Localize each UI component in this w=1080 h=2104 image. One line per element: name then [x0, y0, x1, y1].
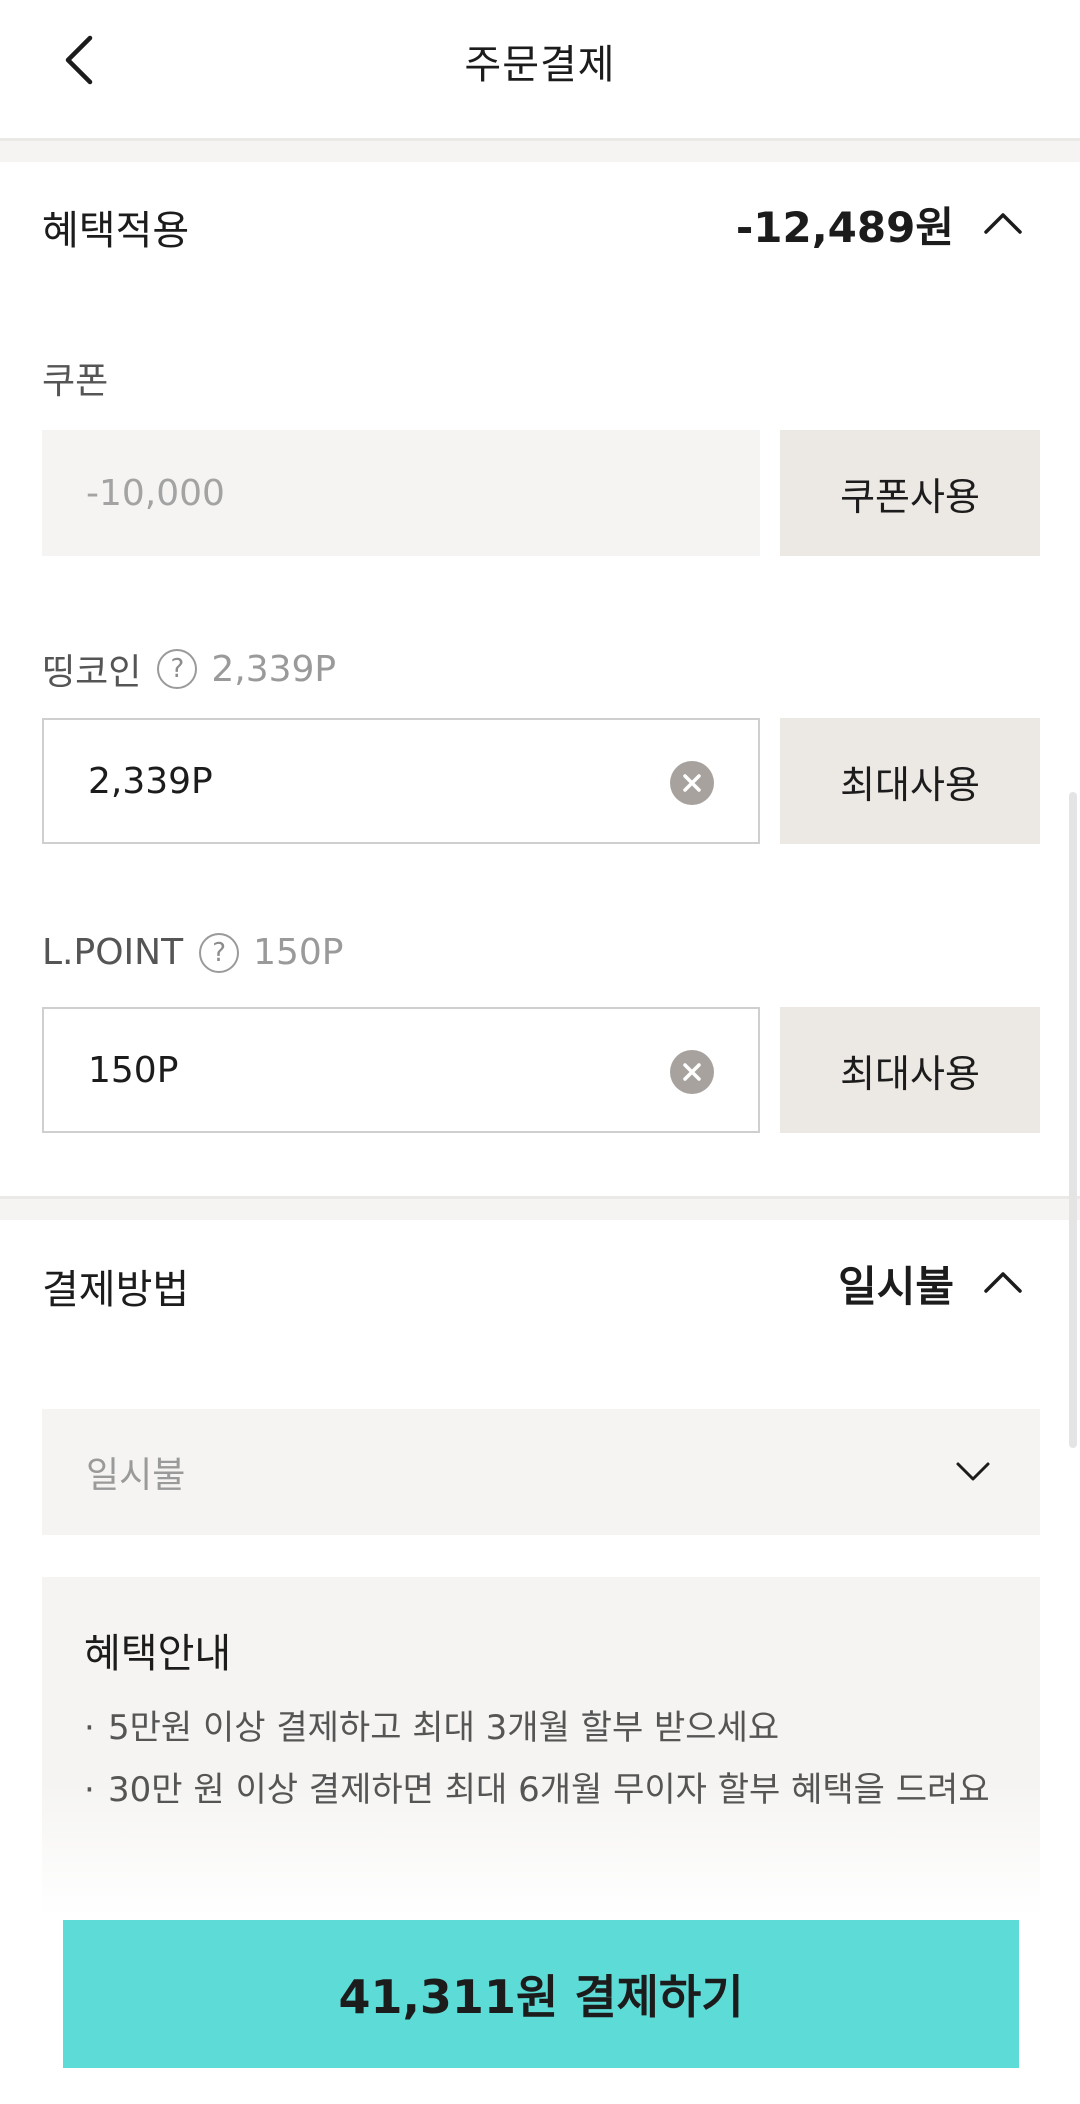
- notice-item: 30만 원 이상 결제하면 최대 6개월 무이자 할부 혜택을 드려요: [84, 1759, 998, 1821]
- lpoint-input[interactable]: 150P: [42, 1007, 760, 1133]
- help-icon[interactable]: ?: [157, 649, 198, 689]
- lpoint-label: L.POINT: [42, 932, 184, 973]
- coupon-field: -10,000: [42, 430, 760, 556]
- scrollbar[interactable]: [1069, 792, 1077, 1448]
- ding-coin-input-value: 2,339P: [88, 760, 213, 802]
- lpoint-label-row: L.POINT ? 150P: [42, 932, 344, 973]
- pay-button[interactable]: 41,311원 결제하기: [63, 1920, 1019, 2068]
- benefits-title: 혜택적용: [42, 208, 190, 254]
- chevron-up-icon: [984, 1272, 1022, 1293]
- installment-select-value: 일시불: [86, 1455, 186, 1496]
- ding-coin-label: 띵코인: [42, 652, 142, 693]
- coupon-value: -10,000: [86, 472, 225, 514]
- installment-select[interactable]: 일시불: [42, 1409, 1040, 1535]
- benefits-collapse-toggle[interactable]: [968, 188, 1038, 258]
- benefit-notice: 혜택안내 5만원 이상 결제하고 최대 3개월 할부 받으세요 30만 원 이상…: [42, 1577, 1040, 1917]
- checkout-page: 주문결제 혜택적용 -12,489원 쿠폰 -10,000 쿠폰사용 띵코인 ?…: [0, 0, 1080, 2104]
- max-lpoint-button[interactable]: 최대사용: [780, 1007, 1040, 1133]
- payment-collapse-toggle[interactable]: [968, 1247, 1038, 1317]
- close-icon: [683, 1063, 701, 1081]
- ding-coin-balance: 2,339P: [211, 648, 337, 690]
- chevron-up-icon: [984, 213, 1022, 234]
- close-icon: [683, 774, 701, 792]
- use-coupon-button[interactable]: 쿠폰사용: [780, 430, 1040, 556]
- payment-summary: 일시불: [838, 1262, 954, 1311]
- chevron-down-icon: [948, 1447, 998, 1497]
- clear-lpoint-button[interactable]: [670, 1050, 714, 1094]
- benefits-section-header[interactable]: 혜택적용 -12,489원: [42, 188, 1038, 258]
- clear-ding-coin-button[interactable]: [670, 761, 714, 805]
- help-icon[interactable]: ?: [199, 932, 240, 973]
- payment-section-header[interactable]: 결제방법 일시불: [42, 1247, 1038, 1317]
- payment-title: 결제방법: [42, 1267, 190, 1313]
- ding-coin-label-row: 띵코인 ? 2,339P: [42, 643, 336, 695]
- section-divider: [0, 1196, 1080, 1220]
- app-header: 주문결제: [0, 0, 1080, 138]
- page-title: 주문결제: [464, 42, 616, 88]
- lpoint-input-value: 150P: [88, 1049, 179, 1091]
- section-divider: [0, 138, 1080, 162]
- notice-title: 혜택안내: [84, 1631, 232, 1677]
- notice-item: 5만원 이상 결제하고 최대 3개월 할부 받으세요: [84, 1697, 998, 1759]
- lpoint-balance: 150P: [253, 932, 344, 973]
- benefits-total: -12,489원: [735, 203, 954, 252]
- ding-coin-input[interactable]: 2,339P: [42, 718, 760, 844]
- coupon-label-row: 쿠폰: [42, 352, 108, 404]
- coupon-label: 쿠폰: [42, 361, 109, 402]
- max-ding-coin-button[interactable]: 최대사용: [780, 718, 1040, 844]
